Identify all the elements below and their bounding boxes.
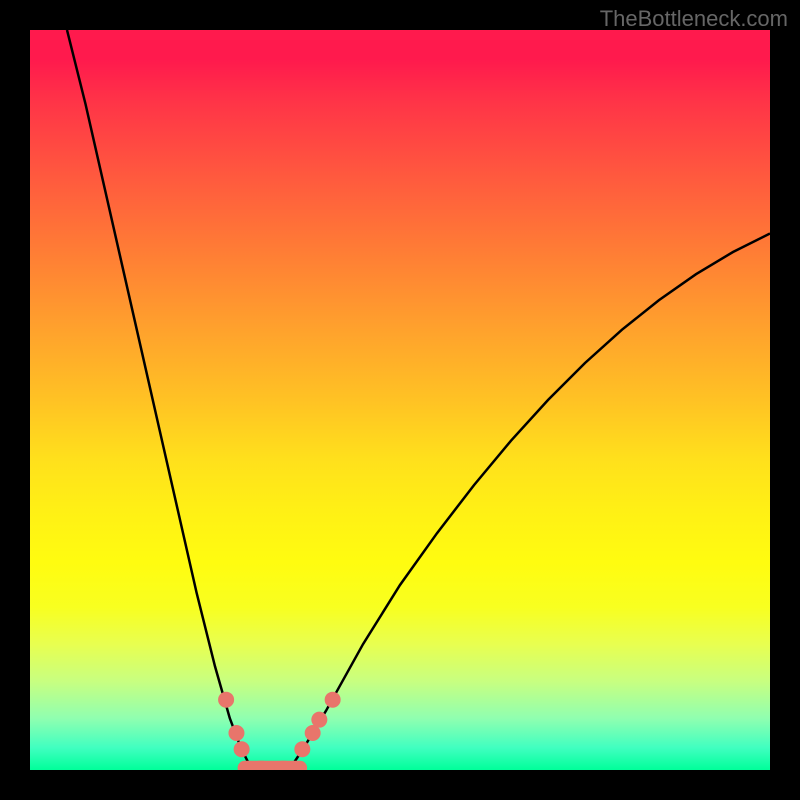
- curve-marker: [218, 692, 234, 708]
- plot-area: [30, 30, 770, 770]
- curve-marker: [234, 741, 250, 757]
- curve-marker: [228, 725, 244, 741]
- curve-svg: [30, 30, 770, 770]
- curve-marker: [311, 712, 327, 728]
- curve-marker: [294, 741, 310, 757]
- watermark-text: TheBottleneck.com: [600, 6, 788, 32]
- curve-marker: [325, 692, 341, 708]
- bottleneck-curve: [67, 30, 770, 770]
